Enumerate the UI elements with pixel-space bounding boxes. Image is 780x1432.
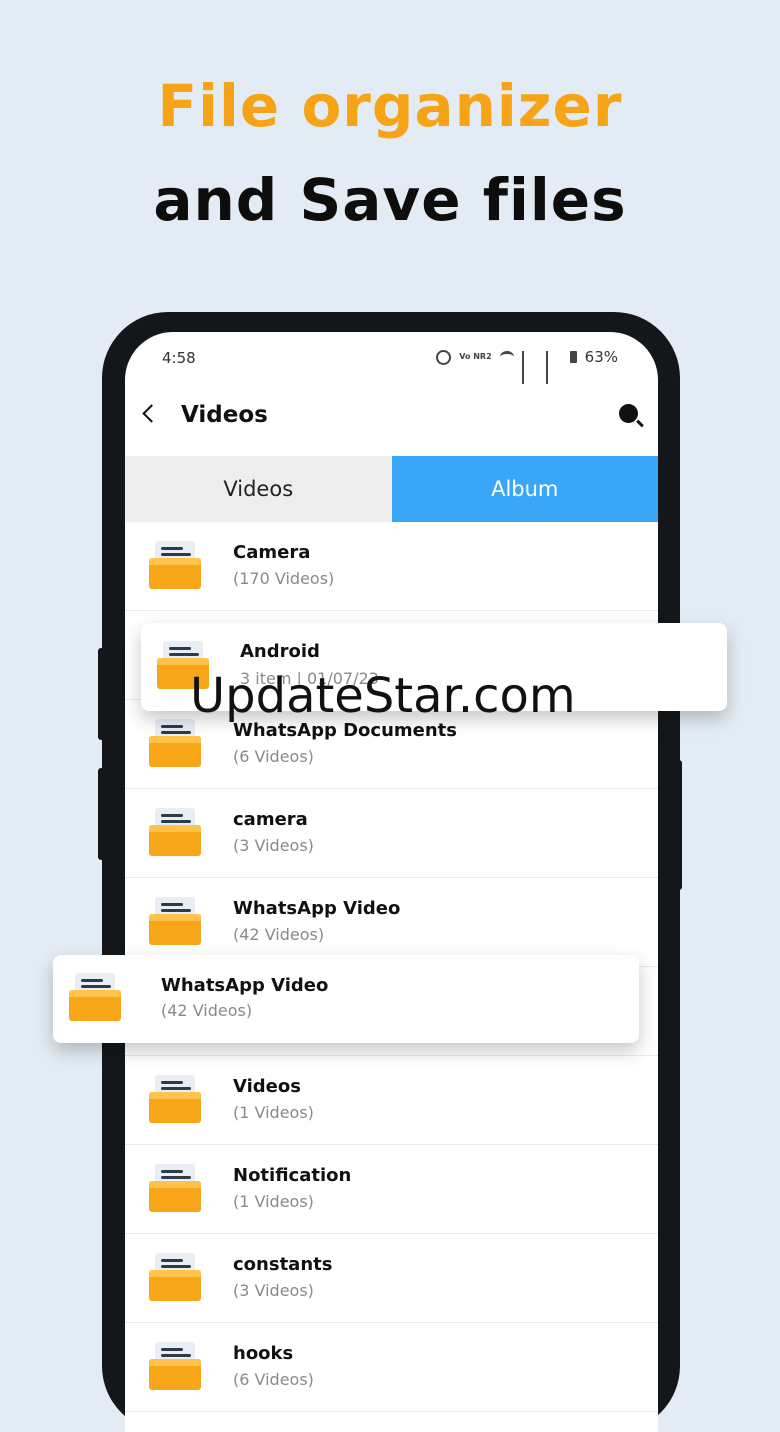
album-row[interactable]: WhatsApp Video (42 Videos) <box>125 878 658 967</box>
album-row[interactable]: Notification (1 Videos) <box>125 1145 658 1234</box>
phone-power-button <box>676 760 682 890</box>
folder-icon <box>149 897 201 945</box>
battery-icon <box>569 351 577 363</box>
folder-icon <box>149 719 201 767</box>
album-name: Notification <box>233 1165 352 1186</box>
album-row[interactable]: Camera (170 Videos) <box>125 522 658 611</box>
album-count: (3 Videos) <box>233 836 314 855</box>
folder-icon <box>149 1164 201 1212</box>
app-toolbar: Videos <box>125 390 658 446</box>
phone-volume-button-lower <box>98 768 104 860</box>
album-name: constants <box>233 1254 333 1275</box>
album-name: WhatsApp Video <box>161 975 329 996</box>
album-count: (1 Videos) <box>233 1103 314 1122</box>
status-time: 4:58 <box>162 349 196 367</box>
album-name: Android <box>240 641 320 662</box>
phone-volume-button <box>98 648 104 740</box>
folder-icon <box>149 1075 201 1123</box>
floating-album-card-whatsapp-video[interactable]: WhatsApp Video (42 Videos) <box>53 955 639 1043</box>
album-count: (42 Videos) <box>161 1001 253 1020</box>
album-row[interactable]: constants (3 Videos) <box>125 1234 658 1323</box>
album-count: (170 Videos) <box>233 569 335 588</box>
page-title: Videos <box>181 402 268 428</box>
album-count: (6 Videos) <box>233 747 314 766</box>
album-count: (3 Videos) <box>233 1281 314 1300</box>
folder-icon <box>149 808 201 856</box>
tab-album[interactable]: Album <box>391 456 658 522</box>
phone-screen: 4:58 Vo NR2 63% Videos Videos Album Came… <box>125 332 658 1432</box>
folder-icon <box>149 1342 201 1390</box>
promo-headline-line2: and Save files <box>153 166 627 234</box>
tab-videos[interactable]: Videos <box>125 456 392 522</box>
album-name: hooks <box>233 1343 294 1364</box>
back-arrow-icon[interactable] <box>142 404 161 423</box>
promo-headline-line1: File organizer <box>157 72 623 140</box>
signal-icon-sim2 <box>545 351 562 384</box>
signal-icon <box>521 351 538 384</box>
album-name: camera <box>233 809 308 830</box>
wifi-icon <box>499 351 514 363</box>
album-name: WhatsApp Video <box>233 898 401 919</box>
album-count: (6 Videos) <box>233 1370 314 1389</box>
album-row[interactable]: hooks (6 Videos) <box>125 1323 658 1412</box>
folder-icon <box>69 973 121 1021</box>
album-count: (1 Videos) <box>233 1192 314 1211</box>
status-icons: Vo NR2 63% <box>436 348 618 384</box>
watermark: UpdateStar.com <box>190 668 576 724</box>
album-name: Camera <box>233 542 311 563</box>
search-icon[interactable] <box>619 404 638 423</box>
album-row[interactable]: Videos (1 Videos) <box>125 1056 658 1145</box>
volte-icon: Vo NR2 <box>459 352 492 361</box>
album-count: (42 Videos) <box>233 925 325 944</box>
status-bar: 4:58 Vo NR2 63% <box>125 332 658 384</box>
alarm-icon <box>436 349 452 365</box>
folder-icon <box>149 1253 201 1301</box>
album-row[interactable]: camera (3 Videos) <box>125 789 658 878</box>
folder-icon <box>149 541 201 589</box>
album-name: Videos <box>233 1076 301 1097</box>
tab-bar: Videos Album <box>125 456 658 522</box>
battery-percent: 63% <box>584 348 618 366</box>
